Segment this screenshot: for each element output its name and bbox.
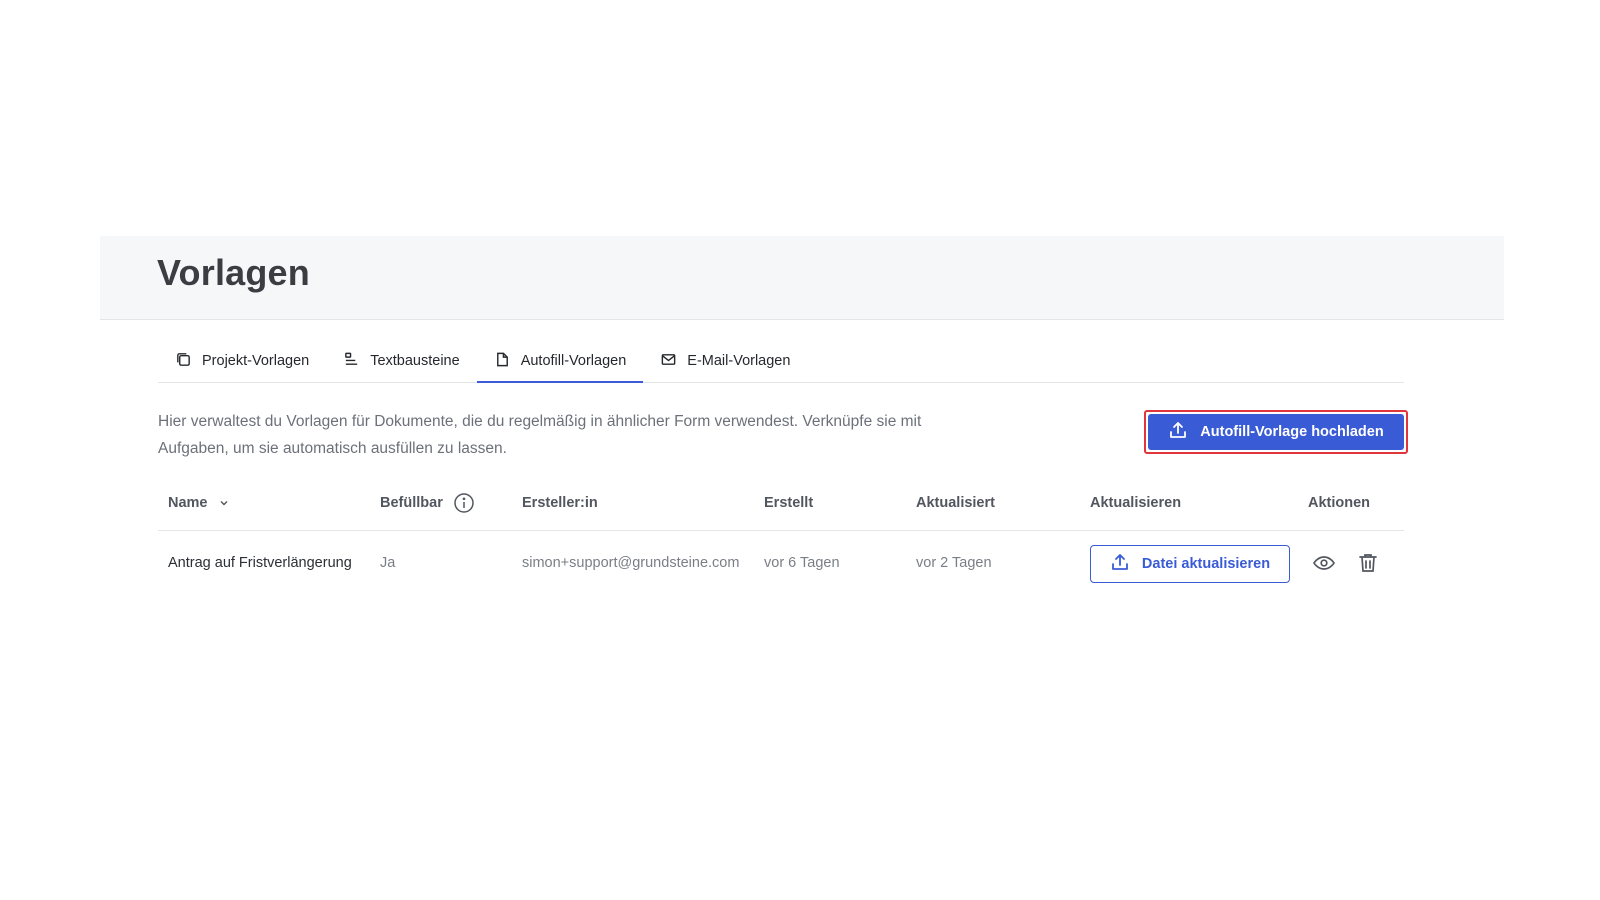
column-header-actions: Aktionen [1308, 485, 1370, 521]
text-block-icon [343, 351, 360, 372]
description-text: Hier verwaltest du Vorlagen für Dokument… [158, 413, 922, 457]
column-label: Befüllbar [380, 495, 443, 511]
highlight-frame: Autofill-Vorlage hochladen [1144, 410, 1408, 454]
tab-label: Projekt-Vorlagen [202, 353, 310, 369]
column-header-update: Aktualisieren [1090, 485, 1181, 521]
tab-autofill-vorlagen[interactable]: Autofill-Vorlagen [476, 340, 644, 383]
tab-bar: Projekt-Vorlagen Textbausteine Autofill-… [158, 340, 1404, 383]
tab-textbausteine[interactable]: Textbausteine [326, 340, 476, 382]
cell-fillable: Ja [380, 555, 396, 571]
column-label: Erstellt [764, 495, 814, 511]
upload-button-label: Autofill-Vorlage hochladen [1200, 424, 1384, 440]
upload-icon [1110, 552, 1130, 576]
cell-creator: simon+support@grundsteine.com [522, 555, 740, 571]
column-label: Ersteller:in [522, 495, 598, 511]
tab-label: E-Mail-Vorlagen [687, 353, 791, 369]
column-label: Aktualisieren [1090, 495, 1182, 511]
column-label: Aktualisiert [916, 495, 995, 511]
update-button-label: Datei aktualisieren [1141, 556, 1271, 572]
chevron-down-icon [218, 497, 230, 509]
document-icon [494, 351, 511, 372]
mail-icon [660, 351, 677, 372]
eye-icon[interactable] [1312, 551, 1336, 575]
upload-autofill-template-button[interactable]: Autofill-Vorlage hochladen [1148, 414, 1404, 450]
update-file-button[interactable]: Datei aktualisieren [1090, 545, 1290, 583]
column-header-updated: Aktualisiert [916, 485, 995, 521]
cell-name: Antrag auf Fristverlängerung [168, 555, 352, 571]
tab-label: Textbausteine [370, 353, 460, 369]
tab-e-mail-vorlagen[interactable]: E-Mail-Vorlagen [643, 340, 807, 382]
page-header: Vorlagen [100, 236, 1504, 320]
cell-created: vor 6 Tagen [764, 555, 840, 571]
table-header: Name Befüllbar Ersteller:in Erstellt Akt… [158, 485, 1404, 531]
column-label: Name [168, 495, 208, 511]
tab-projekt-vorlagen[interactable]: Projekt-Vorlagen [158, 340, 326, 382]
column-header-created: Erstellt [764, 485, 813, 521]
table-row: Antrag auf Fristverlängerung Ja simon+su… [158, 531, 1404, 595]
column-header-creator: Ersteller:in [522, 485, 598, 521]
cell-updated: vor 2 Tagen [916, 555, 992, 571]
trash-icon[interactable] [1356, 551, 1380, 575]
column-header-name[interactable]: Name [168, 485, 230, 521]
column-header-fillable: Befüllbar [380, 485, 475, 521]
column-label: Aktionen [1308, 495, 1371, 511]
info-icon[interactable] [453, 492, 475, 514]
tab-label: Autofill-Vorlagen [520, 353, 627, 369]
page-title: Vorlagen [157, 252, 310, 293]
upload-icon [1168, 420, 1188, 444]
copy-icon [175, 351, 192, 372]
